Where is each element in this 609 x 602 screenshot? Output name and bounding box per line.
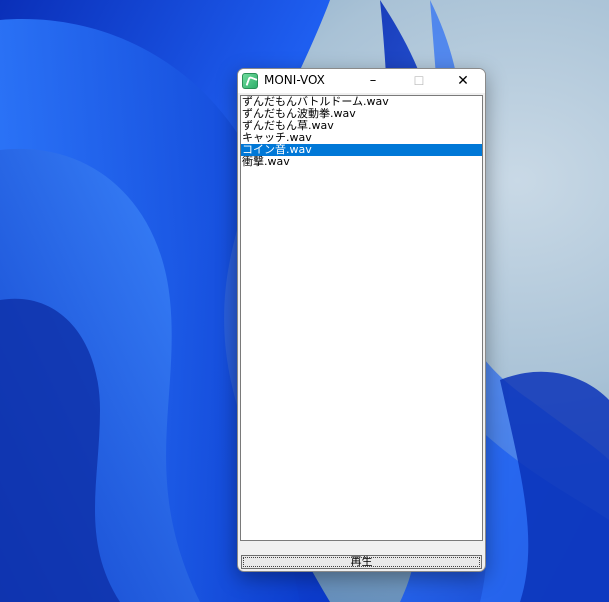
- list-item[interactable]: ずんだもん草.wav: [241, 120, 482, 132]
- list-item[interactable]: ずんだもんバトルドーム.wav: [241, 96, 482, 108]
- title-bar[interactable]: MONI-VOX – ☐ ✕: [238, 69, 485, 93]
- list-item[interactable]: ずんだもん波動拳.wav: [241, 108, 482, 120]
- window-title: MONI-VOX: [264, 73, 325, 87]
- file-listbox[interactable]: ずんだもんバトルドーム.wav ずんだもん波動拳.wav ずんだもん草.wav …: [240, 95, 483, 541]
- list-item-selected[interactable]: コイン音.wav: [241, 144, 482, 156]
- maximize-button[interactable]: ☐: [396, 69, 442, 93]
- close-button[interactable]: ✕: [440, 69, 485, 93]
- list-item[interactable]: 衝撃.wav: [241, 156, 482, 168]
- app-window: MONI-VOX – ☐ ✕ ずんだもんバトルドーム.wav ずんだもん波動拳.…: [237, 68, 486, 572]
- minimize-button[interactable]: –: [350, 69, 396, 93]
- list-item[interactable]: キャッチ.wav: [241, 132, 482, 144]
- app-logo-icon: [242, 73, 258, 89]
- play-button[interactable]: 再生: [241, 555, 482, 569]
